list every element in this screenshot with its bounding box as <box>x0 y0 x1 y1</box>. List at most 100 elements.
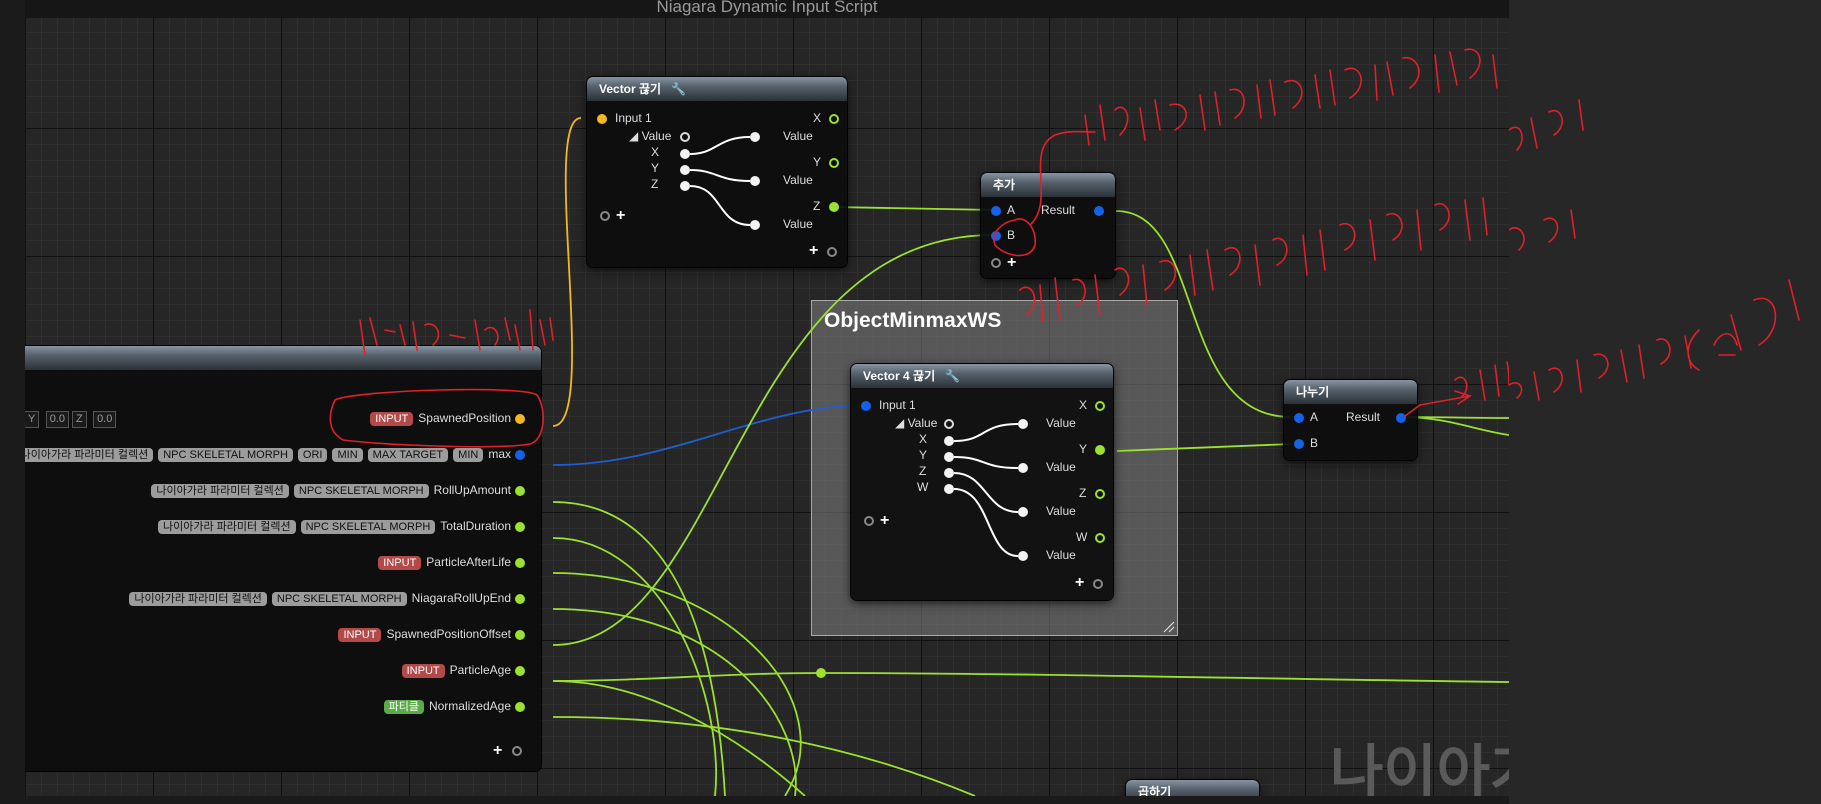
add-pin-icon[interactable]: + <box>493 743 502 759</box>
out-y-pin[interactable] <box>1095 445 1105 455</box>
add-b-pin[interactable] <box>991 231 1001 241</box>
parameter-output-pin[interactable] <box>515 629 525 640</box>
value-w-pin[interactable] <box>1018 551 1028 561</box>
add-result-pin[interactable] <box>1094 206 1104 216</box>
parameter-output-pin[interactable] <box>515 665 525 676</box>
sub-z-pin[interactable] <box>680 181 690 191</box>
input-1-label: Input 1 <box>615 111 652 125</box>
value-z-pin[interactable] <box>1018 507 1028 517</box>
value-label: ◢ Value <box>895 416 938 430</box>
graph-canvas[interactable]: Niagara Dynamic Input Script ObjectMinma… <box>25 0 1509 796</box>
value-z-pin[interactable] <box>750 220 760 230</box>
node-title[interactable]: 나누기 <box>1284 380 1417 404</box>
sub-y-label: Y <box>919 448 928 462</box>
add-pin-icon[interactable]: + <box>616 208 625 224</box>
map-get-row[interactable]: INPUT SpawnedPosition <box>370 409 525 427</box>
out-x-pin[interactable] <box>829 114 839 124</box>
add-output-icon[interactable]: + <box>809 243 818 259</box>
add-pin-icon[interactable]: + <box>1007 255 1016 271</box>
vector-default-fields: Y 0.0 Z 0.0 <box>25 409 117 428</box>
namespace-tag: 나이아가라 파라미터 컬렉션 <box>25 447 154 462</box>
out-z-pin[interactable] <box>1095 489 1105 499</box>
wire-z-to-add-a <box>834 206 994 211</box>
parameter-name: NormalizedAge <box>428 699 511 713</box>
parameter-output-pin[interactable] <box>515 701 525 712</box>
divide-b-label: B <box>1310 436 1319 450</box>
sub-z-pin[interactable] <box>944 468 954 478</box>
map-get-row[interactable]: 나이아가라 파라미터 컬렉션 NPC SKELETAL MORPH RollUpAm… <box>151 481 525 499</box>
map-get-row[interactable]: INPUT ParticleAge <box>401 661 525 679</box>
node-title[interactable]: 곱하기 <box>1126 780 1259 796</box>
divide-a-pin[interactable] <box>1294 413 1304 423</box>
out-y-label: Y <box>813 155 822 169</box>
input-1-pin[interactable] <box>861 401 871 411</box>
map-get-row[interactable]: 나이아가라 파라미터 컬렉션 NPC SKELETAL MORPH NiagaraR… <box>129 589 525 607</box>
sub-y-pin[interactable] <box>680 165 690 175</box>
add-pin-icon[interactable]: + <box>880 513 889 529</box>
map-get-row[interactable]: 나이아가라 파라미터 컬렉션 NPC SKELETAL MORPH TotalDur… <box>158 517 525 535</box>
exec-out-pin[interactable] <box>1093 579 1103 589</box>
parameter-output-pin[interactable] <box>515 557 525 568</box>
value-x-label: Value <box>1046 416 1076 430</box>
parameter-output-pin[interactable] <box>515 413 525 424</box>
map-get-row[interactable]: 나이아가라 파라미터 컬렉션 NPC SKELETAL MORPH ORI MIN MA… <box>25 445 525 463</box>
add-node[interactable]: 추가 A B Result + <box>981 173 1115 278</box>
out-x-label: X <box>1079 398 1088 412</box>
sub-x-pin[interactable] <box>680 149 690 159</box>
value-x-pin[interactable] <box>750 132 760 142</box>
sub-w-pin[interactable] <box>944 484 954 494</box>
exec-in-pin[interactable] <box>864 516 874 526</box>
exec-in-pin[interactable] <box>600 211 610 221</box>
exec-in-pin[interactable] <box>991 258 1001 268</box>
add-output-icon[interactable]: + <box>1075 575 1084 591</box>
vector4-break-node[interactable]: Vector 4 끊기 🔧 Input 1 ◢ Value X Y Z W Va… <box>851 364 1113 600</box>
divide-result-pin[interactable] <box>1396 413 1406 423</box>
sub-x-pin[interactable] <box>944 436 954 446</box>
multiply-node[interactable]: 곱하기 <box>1126 780 1259 796</box>
bottom-panel-edge <box>0 796 1509 804</box>
niagara-watermark: 나이아가 <box>1330 740 1509 796</box>
divide-b-pin[interactable] <box>1294 439 1304 449</box>
sub-x-label: X <box>651 145 660 159</box>
wire-vec4-y-to-divide-b <box>1116 443 1292 452</box>
exec-out-pin[interactable] <box>827 247 837 257</box>
parameter-name: RollUpAmount <box>433 483 511 497</box>
parameter-output-pin[interactable] <box>515 449 525 460</box>
vec-y-label: Y <box>25 411 40 428</box>
map-get-row[interactable]: INPUT SpawnedPositionOffset <box>338 625 525 643</box>
namespace-tag: NPC SKELETAL MORPH <box>158 447 293 462</box>
map-get-row[interactable]: INPUT ParticleAfterLife <box>378 553 525 571</box>
vec-y-field[interactable]: 0.0 <box>45 411 69 428</box>
vector-break-node[interactable]: Vector 끊기 🔧 Input 1 ◢ Value X Y Z Value <box>587 77 847 267</box>
divide-node[interactable]: 나누기 A B Result <box>1284 380 1417 460</box>
vec-z-field[interactable]: 0.0 <box>93 411 117 428</box>
out-y-pin[interactable] <box>829 158 839 168</box>
value-y-pin[interactable] <box>750 176 760 186</box>
namespace-tag: NPC SKELETAL MORPH <box>293 483 429 498</box>
sub-y-pin[interactable] <box>944 452 954 462</box>
out-x-pin[interactable] <box>1095 401 1105 411</box>
value-x-pin[interactable] <box>1018 419 1028 429</box>
add-a-label: A <box>1007 203 1016 217</box>
wrench-icon: 🔧 <box>671 82 687 96</box>
value-struct-pin[interactable] <box>944 419 954 429</box>
add-a-pin[interactable] <box>991 206 1001 216</box>
parameter-output-pin[interactable] <box>515 521 525 532</box>
namespace-tag: 나이아가라 파라미터 컬렉션 <box>158 519 296 534</box>
out-w-pin[interactable] <box>1095 533 1105 543</box>
parameter-output-pin[interactable] <box>515 593 525 604</box>
input-1-pin[interactable] <box>597 114 607 124</box>
map-get-row[interactable]: 파티클 NormalizedAge <box>383 697 525 715</box>
map-get-node[interactable]: Y 0.0 Z 0.0 INPUT SpawnedPosition 나이아가라 파라미… <box>25 346 541 771</box>
value-y-pin[interactable] <box>1018 463 1028 473</box>
map-get-node-header[interactable] <box>25 346 541 370</box>
exec-pin-out[interactable] <box>512 746 522 756</box>
node-title[interactable]: Vector 4 끊기 🔧 <box>851 364 1113 388</box>
value-struct-pin[interactable] <box>680 132 690 142</box>
parameter-output-pin[interactable] <box>515 485 525 496</box>
node-title[interactable]: Vector 끊기 🔧 <box>587 77 847 101</box>
add-b-label: B <box>1007 228 1016 242</box>
out-z-pin[interactable] <box>829 202 839 212</box>
node-title[interactable]: 추가 <box>981 173 1115 197</box>
node-title-text: Vector 끊기 <box>599 82 662 96</box>
